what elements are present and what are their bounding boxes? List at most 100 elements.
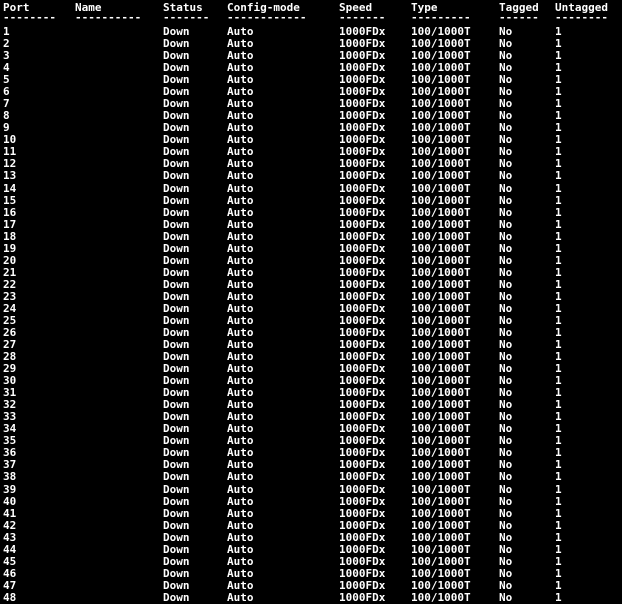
config-mode-cell: Auto — [227, 217, 254, 231]
tagged-cell: No — [499, 229, 513, 243]
untagged-cell: 1 — [555, 506, 562, 520]
speed-cell: 1000FDx — [339, 542, 386, 556]
type-cell: 100/1000T — [411, 470, 471, 484]
tagged-cell: No — [499, 470, 513, 484]
speed-cell: 1000FDx — [339, 181, 386, 195]
port-cell: 14 — [3, 181, 17, 195]
speed-cell: 1000FDx — [339, 253, 386, 267]
speed-cell: 1000FDx — [339, 554, 386, 568]
tagged-cell: No — [499, 217, 513, 231]
table-row: 38 Down Auto 1000FDx 100/1000T No 1 — [0, 471, 622, 483]
speed-cell: 1000FDx — [339, 265, 386, 279]
table-row: 41 Down Auto 1000FDx 100/1000T No 1 — [0, 506, 622, 520]
status-cell: Down — [163, 518, 190, 532]
table-row: 46 Down Auto 1000FDx 100/1000T No 1 — [0, 566, 622, 580]
terminal-window[interactable]: Port Name Status Config-mode Speed Type … — [0, 0, 622, 604]
config-mode-cell: Auto — [227, 229, 254, 243]
table-row: 3 Down Auto 1000FDx 100/1000T No 1 — [0, 50, 622, 62]
table-row: 22 Down Auto 1000FDx 100/1000T No 1 — [0, 278, 622, 291]
port-cell: 41 — [3, 506, 17, 520]
speed-cell: 1000FDx — [339, 205, 386, 219]
status-cell: Down — [163, 181, 190, 195]
table-row: 24 Down Auto 1000FDx 100/1000T No 1 — [0, 302, 622, 315]
status-cell: Down — [163, 554, 190, 568]
type-cell: 100/1000T — [411, 530, 471, 544]
status-cell: Down — [163, 530, 190, 544]
config-mode-cell: Auto — [227, 566, 254, 580]
speed-cell: 1000FDx — [339, 494, 386, 508]
table-row: 8 Down Auto 1000FDx 100/1000T No 1 — [0, 110, 622, 122]
table-row: 19 Down Auto 1000FDx 100/1000T No 1 — [0, 241, 622, 255]
table-row: 16 Down Auto 1000FDx 100/1000T No 1 — [0, 205, 622, 219]
table-row: 7 Down Auto 1000FDx 100/1000T No 1 — [0, 98, 622, 110]
table-row: 14 Down Auto 1000FDx 100/1000T No 1 — [0, 181, 622, 195]
port-cell: 45 — [3, 554, 17, 568]
port-cell: 40 — [3, 494, 17, 508]
type-cell: 100/1000T — [411, 181, 471, 195]
separator-speed: ------- — [339, 11, 386, 24]
untagged-cell: 1 — [555, 217, 562, 231]
type-cell: 100/1000T — [411, 482, 471, 496]
table-row: 34 Down Auto 1000FDx 100/1000T No 1 — [0, 423, 622, 435]
type-cell: 100/1000T — [411, 169, 471, 183]
tagged-cell: No — [499, 494, 513, 508]
type-cell: 100/1000T — [411, 253, 471, 267]
table-row: 15 Down Auto 1000FDx 100/1000T No 1 — [0, 193, 622, 207]
status-cell: Down — [163, 494, 190, 508]
untagged-cell: 1 — [555, 518, 562, 532]
tagged-cell: No — [499, 506, 513, 520]
table-row: 48 Down Auto 1000FDx 100/1000T No 1 — [0, 590, 622, 604]
untagged-cell: 1 — [555, 530, 562, 544]
config-mode-cell: Auto — [227, 169, 254, 183]
untagged-cell: 1 — [555, 470, 562, 484]
table-row: 44 Down Auto 1000FDx 100/1000T No 1 — [0, 542, 622, 556]
speed-cell: 1000FDx — [339, 590, 386, 604]
port-cell: 20 — [3, 253, 17, 267]
tagged-cell: No — [499, 193, 513, 207]
type-cell: 100/1000T — [411, 554, 471, 568]
tagged-cell: No — [499, 169, 513, 183]
port-cell: 42 — [3, 518, 17, 532]
table-row: 21 Down Auto 1000FDx 100/1000T No 1 — [0, 265, 622, 279]
table-row: 1 Down Auto 1000FDx 100/1000T No 1 — [0, 26, 622, 38]
separator-config-mode: ------------ — [227, 11, 307, 24]
port-cell: 44 — [3, 542, 17, 556]
untagged-cell: 1 — [555, 494, 562, 508]
tagged-cell: No — [499, 566, 513, 580]
tagged-cell: No — [499, 482, 513, 496]
config-mode-cell: Auto — [227, 554, 254, 568]
tagged-cell: No — [499, 554, 513, 568]
table-row: 45 Down Auto 1000FDx 100/1000T No 1 — [0, 554, 622, 568]
status-cell: Down — [163, 229, 190, 243]
config-mode-cell: Auto — [227, 205, 254, 219]
status-cell: Down — [163, 205, 190, 219]
table-row: 39 Down Auto 1000FDx 100/1000T No 1 — [0, 482, 622, 496]
table-row: 18 Down Auto 1000FDx 100/1000T No 1 — [0, 229, 622, 243]
separator-untagged: -------- — [555, 11, 608, 24]
port-cell: 15 — [3, 193, 17, 207]
table-row: 31 Down Auto 1000FDx 100/1000T No 1 — [0, 387, 622, 399]
table-row: 2 Down Auto 1000FDx 100/1000T No 1 — [0, 38, 622, 50]
separator-port: -------- — [3, 11, 56, 24]
tagged-cell: No — [499, 590, 513, 604]
port-cell: 19 — [3, 241, 17, 255]
port-cell: 48 — [3, 590, 17, 604]
table-row: 17 Down Auto 1000FDx 100/1000T No 1 — [0, 217, 622, 231]
port-cell: 38 — [3, 470, 17, 484]
status-cell: Down — [163, 542, 190, 556]
speed-cell: 1000FDx — [339, 482, 386, 496]
untagged-cell: 1 — [555, 169, 562, 183]
port-cell: 46 — [3, 566, 17, 580]
speed-cell: 1000FDx — [339, 229, 386, 243]
tagged-cell: No — [499, 518, 513, 532]
port-cell: 13 — [3, 169, 17, 183]
untagged-cell: 1 — [555, 590, 562, 604]
speed-cell: 1000FDx — [339, 193, 386, 207]
table-row: 26 Down Auto 1000FDx 100/1000T No 1 — [0, 327, 622, 339]
table-row: 30 Down Auto 1000FDx 100/1000T No 1 — [0, 375, 622, 387]
config-mode-cell: Auto — [227, 181, 254, 195]
untagged-cell: 1 — [555, 265, 562, 279]
type-cell: 100/1000T — [411, 506, 471, 520]
table-row: 29 Down Auto 1000FDx 100/1000T No 1 — [0, 363, 622, 375]
table-row: 32 Down Auto 1000FDx 100/1000T No 1 — [0, 399, 622, 411]
